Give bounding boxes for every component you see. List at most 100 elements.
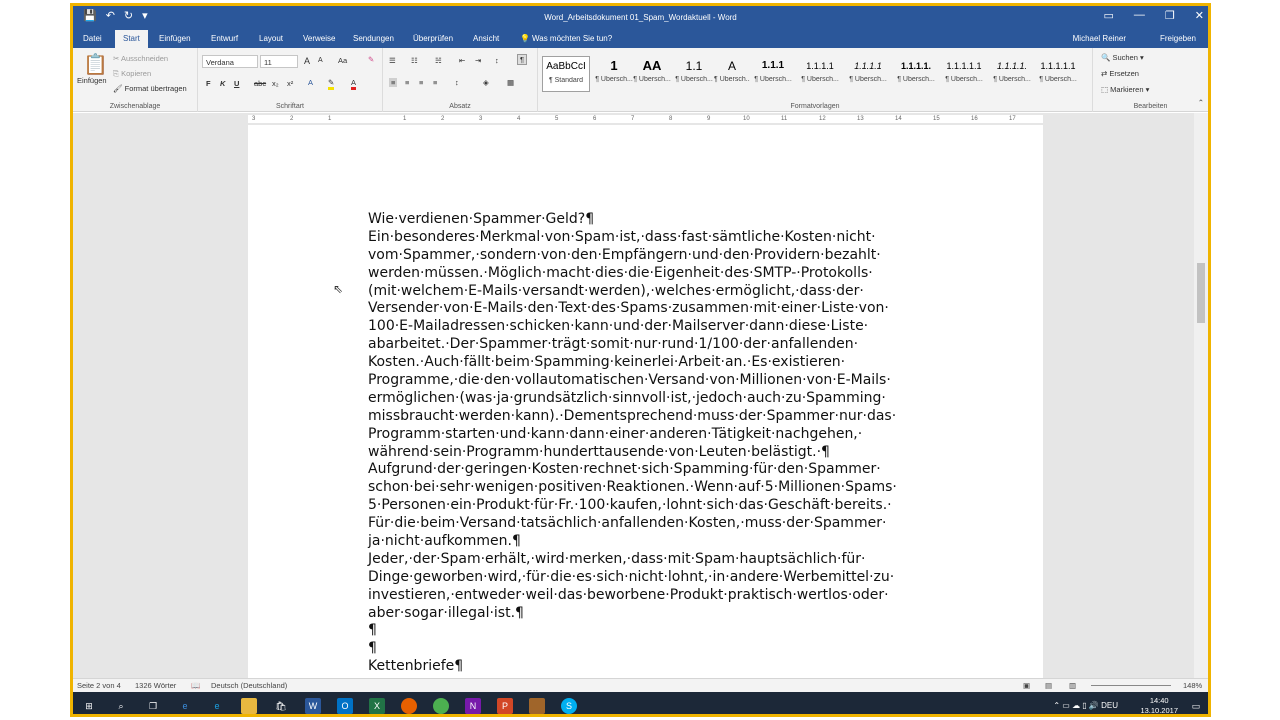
firefox-icon[interactable]: [401, 698, 417, 714]
restore-button[interactable]: ❐: [1165, 9, 1175, 22]
text-line[interactable]: 100·E-Mailadressen·schicken·kann·und·der…: [368, 318, 938, 336]
text-line[interactable]: schon·bei·sehr·wenigen·positiven·Reaktio…: [368, 479, 938, 497]
excel-icon[interactable]: X: [369, 698, 385, 714]
text-line[interactable]: Dinge·geworben·wird,·für·die·es·sich·nic…: [368, 569, 938, 587]
chrome-icon[interactable]: [433, 698, 449, 714]
tab-mailings[interactable]: Sendungen: [353, 34, 394, 43]
font-color-icon[interactable]: A: [351, 78, 357, 90]
vertical-scrollbar[interactable]: [1194, 113, 1208, 678]
bold-button[interactable]: F: [206, 79, 211, 88]
onenote-icon[interactable]: N: [465, 698, 481, 714]
text-line[interactable]: ermöglichen·(was·ja·grundsätzlich·sinnvo…: [368, 390, 938, 408]
underline-button[interactable]: U: [234, 79, 239, 88]
print-layout-icon[interactable]: ▤: [1045, 681, 1052, 690]
text-line[interactable]: investieren,·entweder·weil·das·beworbene…: [368, 587, 938, 605]
search-icon[interactable]: ⌕: [113, 698, 129, 714]
word-icon[interactable]: W: [305, 698, 321, 714]
style-heading-4[interactable]: A ¶ Übersch...: [714, 56, 750, 92]
ie-icon[interactable]: e: [209, 698, 225, 714]
bullets-icon[interactable]: ☰: [389, 56, 396, 65]
ribbon-display-options-icon[interactable]: ▭: [1104, 9, 1114, 22]
minimize-button[interactable]: —: [1134, 9, 1145, 22]
document-page[interactable]: Wie·verdienen·Spammer·Geld?¶ Ein·besonde…: [248, 125, 1043, 678]
justify-icon[interactable]: ≡: [433, 78, 437, 87]
style-heading-6[interactable]: 1.1.1.1 ¶ Übersch...: [796, 56, 844, 92]
style-standard[interactable]: AaBbCcI ¶ Standard: [542, 56, 590, 92]
font-name-box[interactable]: Verdana: [202, 55, 258, 68]
language-status[interactable]: Deutsch (Deutschland): [211, 681, 287, 690]
zoom-slider[interactable]: [1091, 685, 1171, 686]
italic-button[interactable]: K: [220, 79, 225, 88]
text-line[interactable]: Kettenbriefe¶: [368, 658, 938, 676]
tab-review[interactable]: Überprüfen: [413, 34, 453, 43]
text-line[interactable]: Wie·verdienen·Spammer·Geld?¶: [368, 211, 938, 229]
format-painter-button[interactable]: 🖌 Format übertragen: [113, 84, 187, 93]
strikethrough-button[interactable]: abc: [254, 79, 266, 88]
borders-icon[interactable]: ▦: [507, 78, 514, 87]
sort-icon[interactable]: ↕: [495, 56, 499, 65]
text-line[interactable]: Für·die·beim·Versand·tatsächlich·anfalle…: [368, 515, 938, 533]
text-line[interactable]: ¶: [368, 640, 938, 658]
subscript-button[interactable]: x₂: [272, 79, 279, 88]
tab-design[interactable]: Entwurf: [211, 34, 238, 43]
horizontal-ruler[interactable]: 3 2 1 1 2 3 4 5 6 7 8 9 10 11 12 13 14 1…: [73, 113, 1208, 125]
outlook-icon[interactable]: O: [337, 698, 353, 714]
text-line[interactable]: vom·Spammer,·sondern·von·den·Empfängern·…: [368, 247, 938, 265]
zoom-level[interactable]: 148%: [1183, 681, 1202, 690]
shrink-font-button[interactable]: A: [318, 57, 323, 64]
user-name[interactable]: Michael Reiner: [1073, 34, 1126, 43]
grow-font-button[interactable]: A: [304, 56, 310, 66]
increase-indent-icon[interactable]: ⇥: [475, 56, 481, 65]
skype-icon[interactable]: S: [561, 698, 577, 714]
text-line[interactable]: 5·Personen·ein·Produkt·für·Fr.·100·kaufe…: [368, 497, 938, 515]
tab-start[interactable]: Start: [115, 30, 148, 49]
text-line[interactable]: Aufgrund·der·geringen·Kosten·rechnet·sic…: [368, 461, 938, 479]
input-language[interactable]: DEU: [1101, 701, 1118, 710]
paste-button[interactable]: Einfügen: [77, 76, 107, 85]
notifications-icon[interactable]: ▭: [1188, 698, 1204, 714]
tab-references[interactable]: Verweise: [303, 34, 335, 43]
explorer-icon[interactable]: [241, 698, 257, 714]
text-line[interactable]: aber·sogar·illegal·ist.¶: [368, 605, 938, 623]
tab-layout[interactable]: Layout: [259, 34, 283, 43]
style-heading-7[interactable]: 1.1.1.1 ¶ Übersch...: [844, 56, 892, 92]
align-center-icon[interactable]: ≡: [405, 78, 409, 87]
text-line[interactable]: abarbeitet.·Der·Spammer·trägt·somit·nur·…: [368, 336, 938, 354]
text-line[interactable]: werden·müssen.·Möglich·macht·dies·die·Ei…: [368, 265, 938, 283]
system-tray[interactable]: ⌃ ▭ ☁ ▯ 🔊 DEU: [1053, 701, 1118, 710]
text-line[interactable]: Jeder,·der·Spam·erhält,·wird·merken,·das…: [368, 551, 938, 569]
clock[interactable]: 14:40 13.10.2017: [1140, 696, 1178, 714]
text-line[interactable]: ja·nicht·aufkommen.¶: [368, 533, 938, 551]
show-marks-icon[interactable]: ¶: [517, 54, 528, 65]
text-line[interactable]: missbraucht·werden·kann).·Dementsprechen…: [368, 408, 938, 426]
powerpoint-icon[interactable]: P: [497, 698, 513, 714]
paste-icon[interactable]: 📋: [83, 52, 108, 77]
style-heading-2[interactable]: AA ¶ Übersch...: [628, 56, 676, 92]
highlight-icon[interactable]: ✎: [328, 78, 335, 90]
change-case-button[interactable]: Aa: [338, 56, 347, 65]
proofing-icon[interactable]: 📖: [191, 681, 200, 690]
page-count[interactable]: Seite 2 von 4: [77, 681, 121, 690]
document-area[interactable]: Wie·verdienen·Spammer·Geld?¶ Ein·besonde…: [85, 125, 1200, 678]
web-layout-icon[interactable]: ▥: [1069, 681, 1076, 690]
edge-icon[interactable]: e: [177, 698, 193, 714]
vertical-ruler[interactable]: [73, 125, 85, 678]
task-view-icon[interactable]: ❐: [145, 698, 161, 714]
decrease-indent-icon[interactable]: ⇤: [459, 56, 465, 65]
superscript-button[interactable]: x²: [287, 79, 293, 88]
text-line[interactable]: Programme,·die·den·vollautomatischen·Ver…: [368, 372, 938, 390]
line-spacing-icon[interactable]: ↕: [455, 78, 459, 87]
tell-me-box[interactable]: Was möchten Sie tun?: [532, 34, 612, 43]
style-heading-3[interactable]: 1.1 ¶ Übersch...: [674, 56, 714, 92]
text-effects-icon[interactable]: A: [308, 78, 313, 87]
text-line[interactable]: Versender·von·E-Mails·den·Text·des·Spams…: [368, 300, 938, 318]
text-line[interactable]: Ein·besonderes·Merkmal·von·Spam·ist,·das…: [368, 229, 938, 247]
scrollbar-thumb[interactable]: [1197, 263, 1205, 323]
style-heading-9[interactable]: 1.1.1.1.1 ¶ Übersch...: [940, 56, 988, 92]
align-right-icon[interactable]: ≡: [419, 78, 423, 87]
package-icon[interactable]: [529, 698, 545, 714]
font-size-box[interactable]: 11: [260, 55, 298, 68]
share-button[interactable]: Freigeben: [1160, 34, 1196, 43]
tab-view[interactable]: Ansicht: [473, 34, 499, 43]
close-button[interactable]: ✕: [1195, 9, 1204, 22]
